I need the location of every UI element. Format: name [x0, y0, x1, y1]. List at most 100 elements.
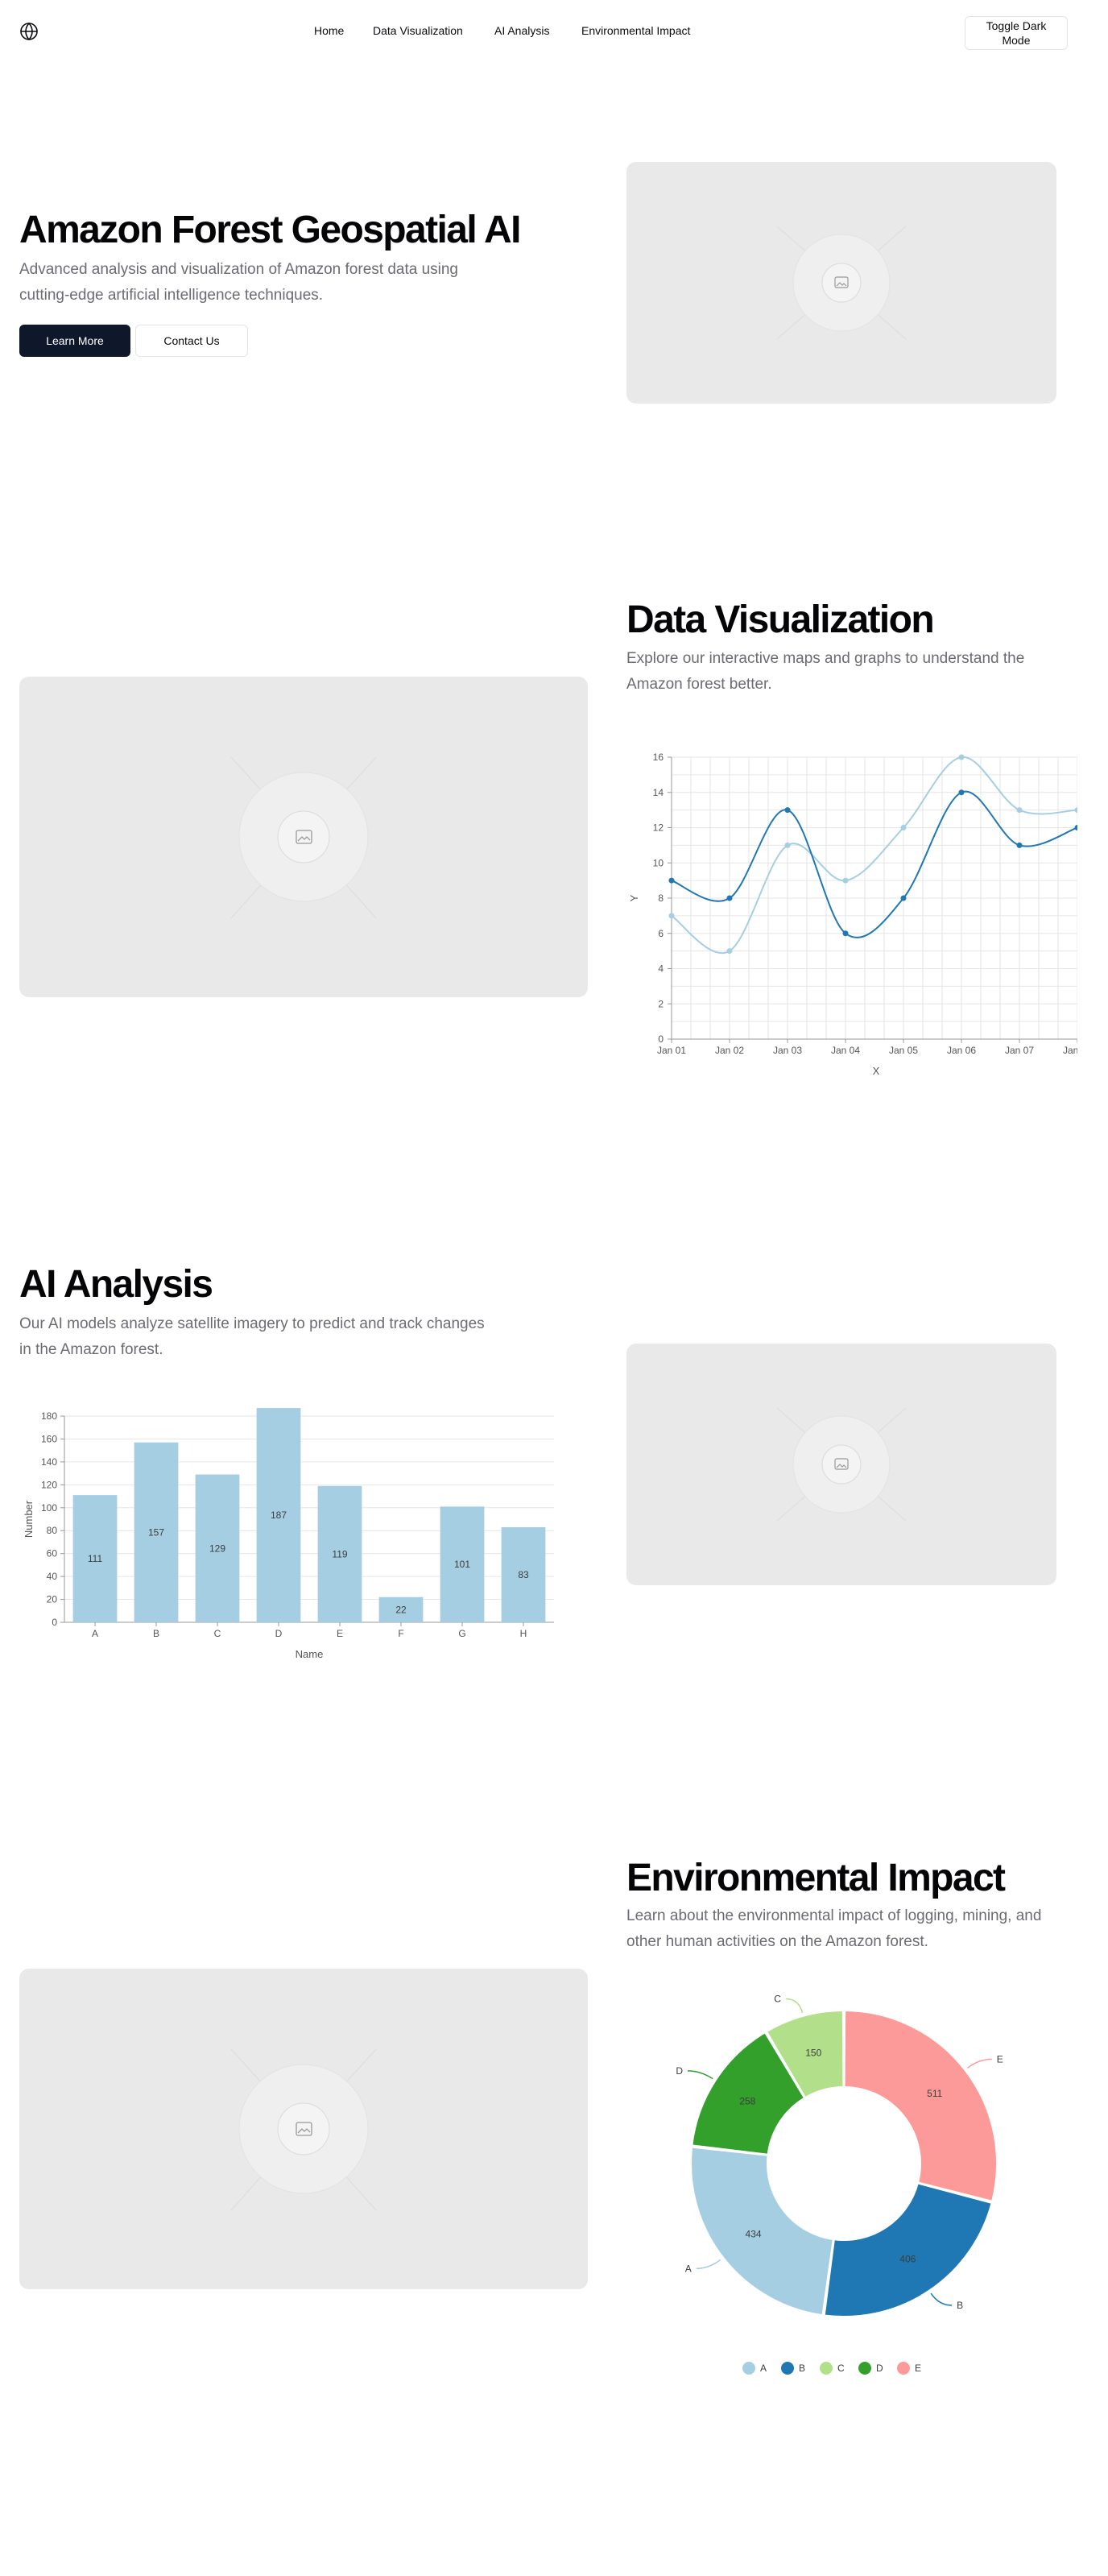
x-tick-label: G [458, 1628, 465, 1639]
nav-link-data-visualization[interactable]: Data Visualization [373, 24, 463, 37]
nav-link-ai-analysis[interactable]: AI Analysis [494, 24, 549, 37]
y-tick-label: 0 [658, 1033, 664, 1045]
image-placeholder-icon [776, 226, 907, 340]
legend-label: B [799, 2363, 805, 2374]
data-point [784, 842, 791, 848]
data-point [1074, 807, 1077, 814]
image-placeholder-icon [230, 756, 377, 919]
legend-swatch-B [781, 2362, 794, 2375]
legend-label: D [876, 2363, 883, 2374]
bar-value-label: 129 [209, 1543, 225, 1554]
toggle-dark-mode-button[interactable]: Toggle Dark Mode [965, 16, 1068, 50]
y-tick-label: 12 [653, 822, 664, 834]
y-tick-label: 8 [658, 892, 664, 904]
environmental-subtitle: Learn about the environmental impact of … [626, 1907, 1042, 1950]
y-tick-label: 16 [653, 752, 664, 763]
data-point [1016, 842, 1023, 848]
x-tick-label: B [153, 1628, 159, 1639]
y-tick-label: 2 [658, 998, 664, 1009]
series-line-1 [671, 756, 1077, 955]
main-nav: Home Data Visualization AI Analysis Envi… [0, 24, 1108, 40]
x-tick-label: Jan 03 [773, 1045, 802, 1056]
y-tick-label: 6 [658, 928, 664, 939]
data-point [900, 895, 907, 901]
x-tick-label: Jan 08 [1063, 1045, 1077, 1056]
x-tick-label: Jan 07 [1005, 1045, 1034, 1056]
y-tick-label: 4 [658, 963, 664, 975]
slice-value-label: 511 [927, 2088, 942, 2099]
y-axis-title: Y [628, 894, 640, 901]
ai-analysis-title: AI Analysis [19, 1263, 213, 1306]
data-point [668, 913, 675, 919]
bar-value-label: 157 [148, 1526, 164, 1538]
x-tick-label: C [214, 1628, 221, 1639]
hero-image-placeholder [626, 162, 1056, 404]
x-axis-title: X [873, 1065, 880, 1077]
y-tick-label: 40 [47, 1571, 58, 1582]
nav-link-home[interactable]: Home [314, 24, 344, 37]
y-tick-label: 20 [47, 1594, 58, 1605]
y-tick-label: 140 [41, 1456, 57, 1468]
image-placeholder-icon [230, 2048, 377, 2211]
leader-line [785, 1998, 804, 2014]
bar-value-label: 22 [395, 1604, 407, 1615]
legend-swatch-E [897, 2362, 910, 2375]
image-placeholder-icon [776, 1407, 907, 1522]
data-point [958, 789, 965, 796]
data-viz-title: Data Visualization [626, 598, 935, 641]
hero-title: Amazon Forest Geospatial AI [19, 209, 521, 251]
slice-category-label: B [957, 2300, 963, 2311]
x-tick-label: E [337, 1628, 343, 1639]
leader-line [687, 2070, 713, 2080]
x-tick-label: Jan 02 [715, 1045, 744, 1056]
slice-value-label: 150 [805, 2048, 821, 2059]
line-chart: 0 2 4 6 8 10 12 14 16 Jan 01 Jan 02 Jan 03 Jan 04 Jan… [626, 733, 1077, 1079]
slice-value-label: 434 [746, 2229, 762, 2240]
y-tick-label: 180 [41, 1410, 57, 1422]
legend-label: A [760, 2363, 767, 2374]
contact-us-button[interactable]: Contact Us [135, 325, 248, 357]
slice-value-label: 406 [899, 2253, 916, 2264]
y-tick-label: 160 [41, 1433, 57, 1444]
ai-analysis-image-placeholder [626, 1344, 1056, 1585]
legend-label: E [915, 2363, 921, 2374]
donut-chart: 511 E 406 B 434 A 258 D 150 C A B C D E [626, 1990, 1077, 2400]
x-tick-label: F [398, 1628, 403, 1639]
slice-value-label: 258 [739, 2096, 755, 2107]
y-tick-label: 120 [41, 1479, 57, 1490]
legend-swatch-C [820, 2362, 833, 2375]
slice-E [843, 2009, 998, 2202]
data-point [842, 877, 849, 884]
environmental-title: Environmental Impact [626, 1857, 1006, 1899]
leader-line [696, 2259, 721, 2270]
data-point [958, 754, 965, 760]
learn-more-button[interactable]: Learn More [19, 325, 130, 357]
leader-line [967, 2058, 992, 2069]
slice-category-label: C [774, 1994, 781, 2005]
x-tick-label: A [92, 1628, 98, 1639]
data-viz-subtitle: Explore our interactive maps and graphs … [626, 650, 1025, 693]
x-axis-title: Name [296, 1648, 324, 1660]
y-axis-title: Number [23, 1500, 35, 1538]
data-point [1074, 825, 1077, 830]
x-tick-label: Jan 06 [947, 1045, 976, 1056]
hero-subtitle: Advanced analysis and visualization of A… [19, 261, 458, 304]
data-point [842, 930, 849, 937]
data-point [784, 807, 791, 814]
x-tick-label: D [275, 1628, 283, 1639]
y-tick-label: 60 [47, 1548, 58, 1559]
data-point [726, 895, 733, 901]
slice-category-label: E [997, 2053, 1003, 2065]
top-navbar: Home Data Visualization AI Analysis Envi… [0, 0, 1108, 61]
bar-value-label: 187 [271, 1510, 287, 1521]
slice-category-label: A [685, 2263, 692, 2274]
bar-value-label: 83 [518, 1569, 529, 1580]
legend-swatch-D [858, 2362, 871, 2375]
y-tick-label: 14 [653, 787, 664, 798]
leader-line [930, 2292, 953, 2306]
nav-link-environmental-impact[interactable]: Environmental Impact [581, 24, 690, 37]
x-tick-label: Jan 01 [657, 1045, 686, 1056]
environmental-image-placeholder [19, 1969, 588, 2289]
data-point [900, 825, 907, 830]
slice-B [823, 2182, 993, 2317]
